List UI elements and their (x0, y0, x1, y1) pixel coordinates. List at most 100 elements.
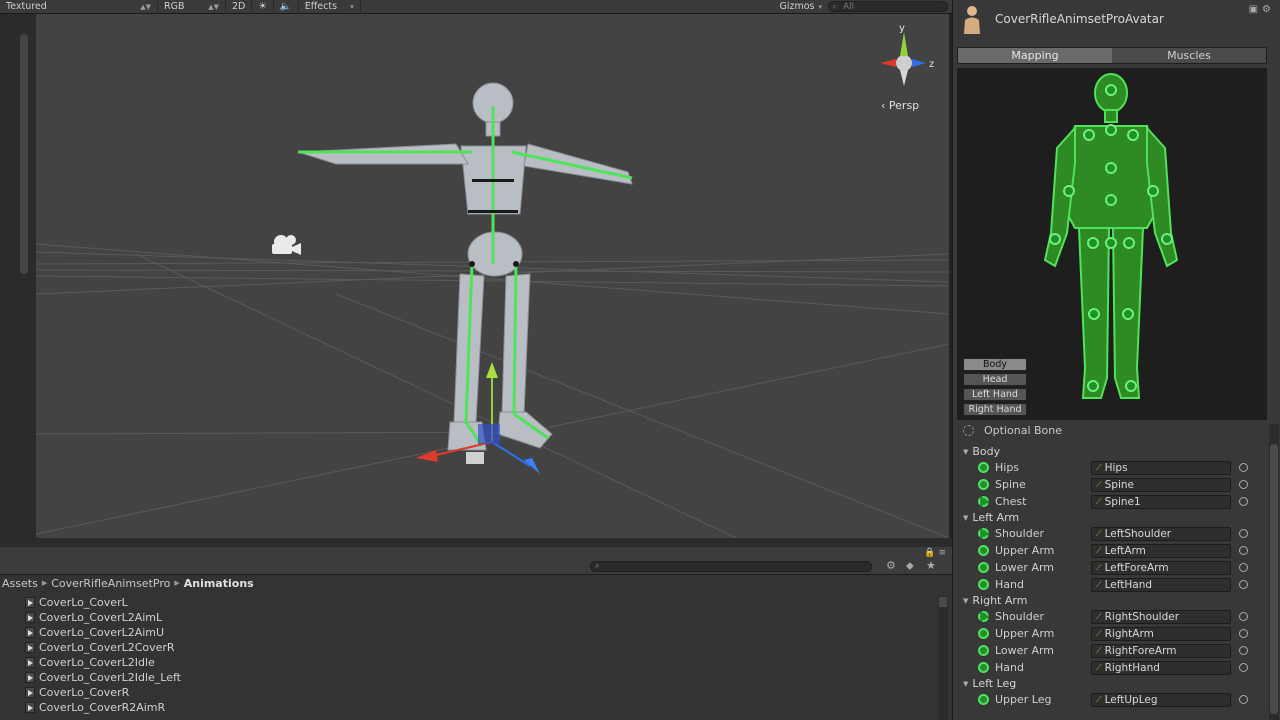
object-picker-icon[interactable] (1239, 563, 1248, 572)
scrollbar-thumb[interactable] (939, 597, 947, 607)
scrollbar[interactable] (938, 595, 948, 720)
animation-clip-icon[interactable] (25, 597, 35, 608)
audio-toggle[interactable]: 🔈 (274, 0, 299, 14)
bone-group-header[interactable]: ▼ Left Arm (961, 510, 1261, 525)
animation-file-item[interactable]: CoverLo_CoverR2AimR (0, 700, 938, 715)
optional-bone-label: Optional Bone (984, 424, 1063, 437)
chevron-down-icon: ▾ (818, 2, 822, 11)
bone-group-header[interactable]: ▼ Right Arm (961, 593, 1261, 608)
scrollbar[interactable] (20, 34, 28, 274)
bone-group-header[interactable]: ▼ Body (961, 444, 1261, 459)
expand-triangle-icon[interactable]: ▼ (963, 597, 968, 605)
object-picker-icon[interactable] (1239, 546, 1248, 555)
bone-transform-value: Spine (1104, 478, 1134, 491)
speaker-icon: 🔈 (279, 1, 292, 12)
effects-dropdown[interactable]: Effects ▾ (299, 0, 361, 14)
expand-triangle-icon[interactable]: ▼ (963, 680, 968, 688)
object-picker-icon[interactable] (1239, 497, 1248, 506)
bone-transform-field[interactable]: ⟋ LeftHand (1091, 577, 1231, 592)
animation-file-item[interactable]: CoverLo_CoverL2Idle (0, 655, 938, 670)
channel-dropdown[interactable]: RGB ▲▼ (158, 0, 226, 14)
scrollbar-thumb[interactable] (1270, 444, 1278, 714)
animation-file-item[interactable]: CoverLo_CoverR (0, 685, 938, 700)
bone-transform-field[interactable]: ⟋ LeftShoulder (1091, 526, 1231, 541)
optional-bone-icon (963, 425, 974, 436)
bone-transform-field[interactable]: ⟋ Hips (1091, 460, 1231, 475)
animation-clip-icon[interactable] (25, 657, 35, 668)
bone-transform-field[interactable]: ⟋ LeftForeArm (1091, 560, 1231, 575)
bone-row: Hips ⟋ Hips (961, 459, 1261, 476)
animation-file-item[interactable]: CoverLo_CoverL2CoverR (0, 640, 938, 655)
bone-status-icon (978, 662, 989, 673)
tab-muscles[interactable]: Muscles (1112, 48, 1266, 63)
object-picker-icon[interactable] (1239, 580, 1248, 589)
bone-transform-field[interactable]: ⟋ RightHand (1091, 660, 1231, 675)
animation-clip-icon[interactable] (25, 627, 35, 638)
object-picker-icon[interactable] (1239, 529, 1248, 538)
body-part-head-button[interactable]: Head (963, 373, 1027, 386)
lock-icon[interactable]: 🔒 ≡ (924, 548, 946, 558)
animation-file-item[interactable]: CoverLo_CoverL2AimL (0, 610, 938, 625)
animation-file-item[interactable]: CoverLo_CoverL2Idle_Left (0, 670, 938, 685)
projection-toggle[interactable]: ‹ Persp (881, 99, 919, 112)
animation-file-item[interactable]: CoverLo_CoverL (0, 595, 938, 610)
breadcrumb-assets[interactable]: Assets (2, 577, 38, 590)
breadcrumb-folder[interactable]: CoverRifleAnimsetPro (51, 577, 170, 590)
filter-by-label-icon[interactable]: ⬥ (906, 559, 914, 573)
hierarchy-search-input[interactable]: ⌕ All (828, 1, 948, 12)
bone-transform-field[interactable]: ⟋ LeftArm (1091, 543, 1231, 558)
animation-clip-icon[interactable] (25, 672, 35, 683)
object-picker-icon[interactable] (1239, 629, 1248, 638)
body-part-left-hand-button[interactable]: Left Hand (963, 388, 1027, 401)
gear-icon[interactable]: ⚙ (1262, 4, 1271, 15)
object-picker-icon[interactable] (1239, 695, 1248, 704)
effects-label: Effects (304, 1, 338, 12)
project-search-input[interactable]: ⌕ (590, 561, 872, 572)
scene-viewport[interactable]: y z ‹ Persp (36, 14, 949, 538)
bone-transform-value: Spine1 (1104, 495, 1141, 508)
filter-by-type-icon[interactable]: ⚙ (886, 559, 896, 572)
object-picker-icon[interactable] (1239, 663, 1248, 672)
expand-triangle-icon[interactable]: ▼ (963, 448, 968, 456)
animation-clip-icon[interactable] (25, 702, 35, 713)
bone-row: Upper Leg ⟋ LeftUpLeg (961, 691, 1261, 708)
shading-dropdown[interactable]: Textured ▲▼ (0, 0, 158, 14)
scene-toolbar: Textured ▲▼ RGB ▲▼ 2D ☀ 🔈 Effects ▾ Gizm… (0, 0, 952, 14)
help-book-icon[interactable]: ▣ (1249, 4, 1258, 15)
bone-transform-value: LeftHand (1104, 578, 1153, 591)
bone-transform-field[interactable]: ⟋ Spine (1091, 477, 1231, 492)
bone-group-header[interactable]: ▼ Left Leg (961, 676, 1261, 691)
object-picker-icon[interactable] (1239, 612, 1248, 621)
body-part-body-button[interactable]: Body (963, 358, 1027, 371)
expand-triangle-icon[interactable]: ▼ (963, 514, 968, 522)
bone-status-icon (978, 462, 989, 473)
bone-transform-field[interactable]: ⟋ RightForeArm (1091, 643, 1231, 658)
scrollbar[interactable] (1269, 424, 1279, 720)
breadcrumb-current[interactable]: Animations (184, 577, 254, 590)
bone-transform-field[interactable]: ⟋ RightShoulder (1091, 609, 1231, 624)
gizmos-dropdown[interactable]: Gizmos ▾ (773, 0, 828, 14)
2d-toggle[interactable]: 2D (226, 0, 253, 14)
chevron-down-icon: ▾ (350, 2, 354, 11)
animation-clip-icon[interactable] (25, 642, 35, 653)
bone-transform-field[interactable]: ⟋ LeftUpLeg (1091, 692, 1231, 707)
bone-group-title: Right Arm (972, 594, 1028, 607)
object-picker-icon[interactable] (1239, 463, 1248, 472)
bone-transform-field[interactable]: ⟋ RightArm (1091, 626, 1231, 641)
sun-icon: ☀ (258, 1, 267, 12)
animation-clip-icon[interactable] (25, 687, 35, 698)
transform-icon: ⟋ (1096, 611, 1102, 621)
tab-mapping[interactable]: Mapping (958, 48, 1112, 63)
favorite-star-icon[interactable]: ★ (926, 559, 936, 572)
bone-row: Spine ⟋ Spine (961, 476, 1261, 493)
bone-transform-field[interactable]: ⟋ Spine1 (1091, 494, 1231, 509)
shading-label: Textured (6, 1, 47, 12)
bone-name-label: Lower Arm (995, 561, 1055, 574)
object-picker-icon[interactable] (1239, 480, 1248, 489)
lighting-toggle[interactable]: ☀ (252, 0, 274, 14)
animation-file-item[interactable]: CoverLo_CoverL2AimU (0, 625, 938, 640)
object-picker-icon[interactable] (1239, 646, 1248, 655)
body-part-right-hand-button[interactable]: Right Hand (963, 403, 1027, 416)
orientation-gizmo[interactable]: y z (880, 23, 934, 86)
animation-clip-icon[interactable] (25, 612, 35, 623)
